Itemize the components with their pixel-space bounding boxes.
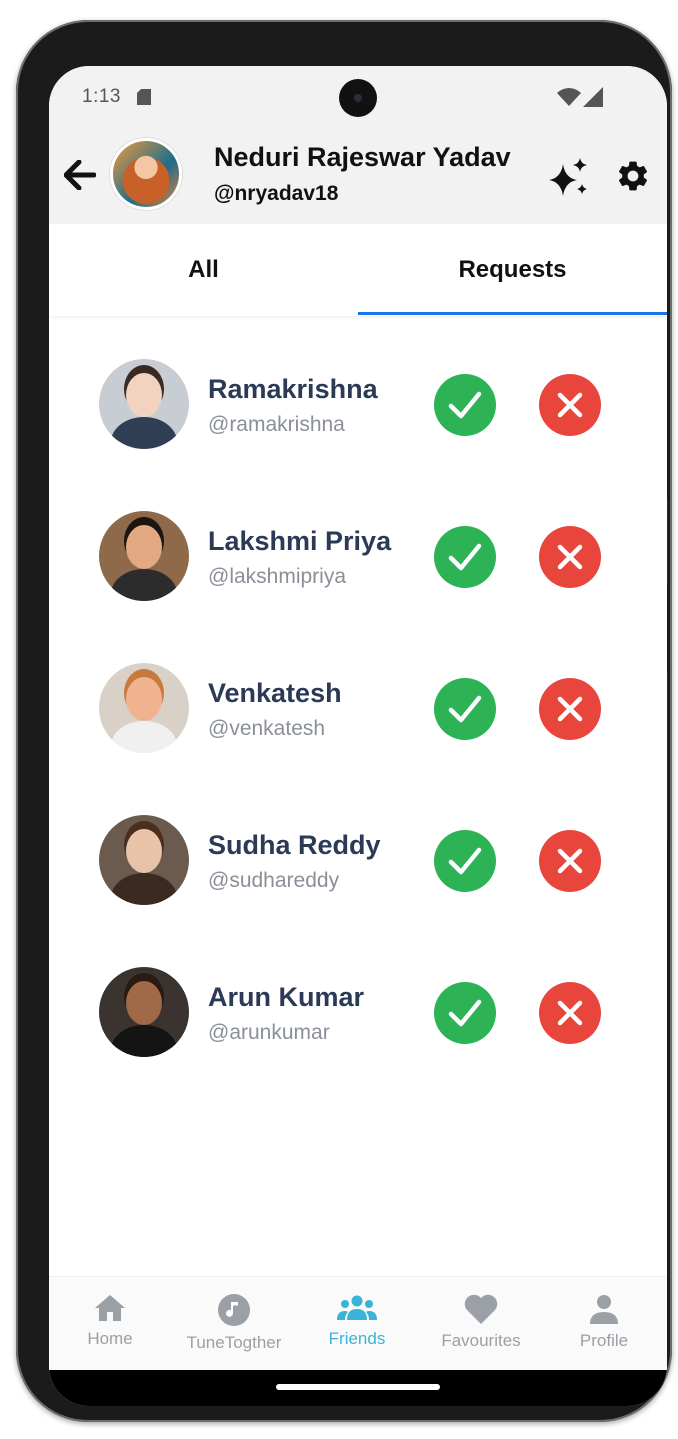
- tab-all[interactable]: All: [49, 224, 358, 316]
- friend-request-row: Ramakrishna @ramakrishna: [49, 316, 667, 468]
- reject-request-button[interactable]: [539, 830, 601, 892]
- check-icon: [448, 847, 482, 875]
- user-handle: @nryadav18: [214, 182, 339, 205]
- music-note-icon: [218, 1294, 250, 1326]
- friend-request-row: Sudha Reddy @sudhareddy: [49, 772, 667, 924]
- check-icon: [448, 695, 482, 723]
- close-icon: [557, 544, 583, 570]
- request-handle: @sudhareddy: [208, 869, 340, 892]
- request-name: Ramakrishna: [208, 374, 378, 404]
- screen: 1:13 Neduri Rajeswar Yadav @nryadav18 Al…: [49, 66, 667, 1406]
- tab-requests[interactable]: Requests: [358, 224, 667, 316]
- arrow-left-icon: [64, 160, 96, 190]
- tab-bar: All Requests: [49, 224, 667, 316]
- request-handle: @ramakrishna: [208, 413, 345, 436]
- nav-tunetogther[interactable]: TuneTogther: [179, 1277, 289, 1371]
- reject-request-button[interactable]: [539, 982, 601, 1044]
- close-icon: [557, 392, 583, 418]
- signal-icon: [583, 87, 603, 107]
- reject-request-button[interactable]: [539, 526, 601, 588]
- home-icon: [95, 1295, 125, 1321]
- request-handle: @venkatesh: [208, 717, 326, 740]
- nav-home[interactable]: Home: [73, 1277, 147, 1371]
- avatar[interactable]: [99, 663, 189, 753]
- close-icon: [557, 696, 583, 722]
- gesture-area: [49, 1370, 667, 1406]
- front-camera: [339, 79, 377, 117]
- avatar[interactable]: [99, 967, 189, 1057]
- request-name: Venkatesh: [208, 678, 342, 708]
- user-name: Neduri Rajeswar Yadav: [214, 142, 511, 172]
- nav-label-home: Home: [87, 1329, 133, 1348]
- friend-request-row: Arun Kumar @arunkumar: [49, 924, 667, 1076]
- friends-icon: [337, 1295, 377, 1320]
- nav-favourites[interactable]: Favourites: [431, 1277, 531, 1371]
- accept-request-button[interactable]: [434, 374, 496, 436]
- check-icon: [448, 391, 482, 419]
- close-icon: [557, 848, 583, 874]
- wifi-icon: [557, 88, 581, 106]
- accept-request-button[interactable]: [434, 982, 496, 1044]
- bottom-navigation: Home TuneTogther Friends Favourites Prof…: [49, 1276, 667, 1370]
- nav-label-tunetogther: TuneTogther: [186, 1333, 282, 1352]
- gear-icon[interactable]: [615, 158, 651, 194]
- active-tab-indicator: [358, 312, 667, 315]
- sd-card-icon: [137, 89, 151, 105]
- request-name: Lakshmi Priya: [208, 526, 392, 556]
- accept-request-button[interactable]: [434, 678, 496, 740]
- avatar[interactable]: [99, 815, 189, 905]
- sparkles-icon[interactable]: [547, 156, 591, 200]
- person-icon: [590, 1295, 618, 1324]
- phone-frame: 1:13 Neduri Rajeswar Yadav @nryadav18 Al…: [16, 20, 672, 1422]
- nav-label-profile: Profile: [579, 1331, 629, 1350]
- friend-request-row: Venkatesh @venkatesh: [49, 620, 667, 772]
- request-handle: @lakshmipriya: [208, 565, 347, 588]
- accept-request-button[interactable]: [434, 526, 496, 588]
- reject-request-button[interactable]: [539, 374, 601, 436]
- request-name: Sudha Reddy: [208, 830, 381, 860]
- close-icon: [557, 1000, 583, 1026]
- nav-profile[interactable]: Profile: [569, 1277, 639, 1371]
- home-gesture-bar[interactable]: [276, 1384, 440, 1390]
- nav-label-favourites: Favourites: [441, 1331, 521, 1350]
- check-icon: [448, 999, 482, 1027]
- status-time: 1:13: [82, 86, 121, 107]
- avatar[interactable]: [99, 359, 189, 449]
- heart-icon: [464, 1294, 498, 1324]
- request-handle: @arunkumar: [208, 1021, 330, 1044]
- avatar[interactable]: [99, 511, 189, 601]
- nav-label-friends: Friends: [328, 1329, 386, 1348]
- reject-request-button[interactable]: [539, 678, 601, 740]
- request-name: Arun Kumar: [208, 982, 365, 1012]
- user-avatar[interactable]: [110, 138, 182, 210]
- check-icon: [448, 543, 482, 571]
- back-button[interactable]: [63, 158, 97, 192]
- accept-request-button[interactable]: [434, 830, 496, 892]
- nav-friends[interactable]: Friends: [317, 1277, 397, 1371]
- friend-request-row: Lakshmi Priya @lakshmipriya: [49, 468, 667, 620]
- profile-header: Neduri Rajeswar Yadav @nryadav18: [49, 128, 667, 224]
- status-bar: 1:13: [49, 66, 667, 128]
